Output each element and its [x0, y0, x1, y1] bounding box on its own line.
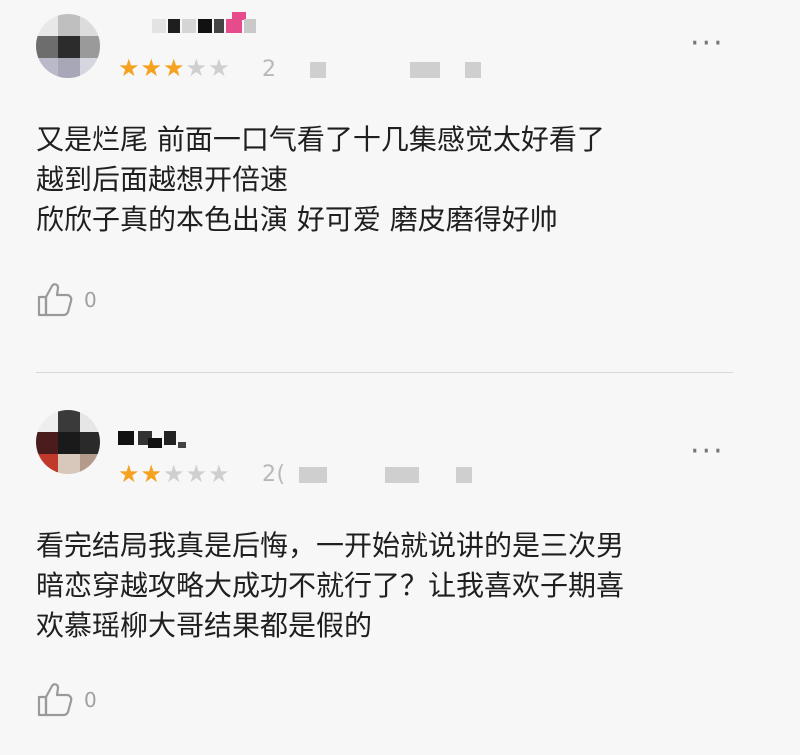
more-options-icon[interactable]: ··· [690, 437, 725, 467]
more-options-icon[interactable]: ··· [690, 29, 725, 59]
like-count: 0 [84, 288, 97, 312]
review-text: 又是烂尾 前面一口气看了十几集感觉太好看了 越到后面越想开倍速 欣欣子真的本色出… [36, 120, 756, 240]
divider [36, 372, 733, 373]
like-count: 0 [84, 688, 97, 712]
thumbs-up-icon [37, 283, 73, 317]
star-filled-icon: ★ [163, 54, 185, 82]
rating-stars: ★ ★ ★ ★ ★ [118, 462, 230, 486]
user-avatar[interactable] [36, 14, 100, 78]
user-avatar[interactable] [36, 410, 100, 474]
like-button[interactable]: 0 [36, 282, 97, 318]
star-empty-icon: ★ [208, 54, 230, 82]
star-filled-icon: ★ [118, 460, 140, 488]
review-text-line: 暗恋穿越攻略大成功不就行了？让我喜欢子期喜 [36, 569, 625, 602]
star-filled-icon: ★ [140, 460, 163, 488]
review-card: ★ ★ ★ ★ ★ 2 ··· 又是烂尾 前面一口气看了十几集感觉太好看了 越到… [0, 0, 800, 373]
review-date: 2 [262, 57, 481, 82]
rating-stars: ★ ★ ★ ★ ★ [118, 56, 230, 80]
star-empty-icon: ★ [185, 54, 208, 82]
review-text-line: 欢慕瑶柳大哥结果都是假的 [36, 609, 373, 642]
username-redacted[interactable] [118, 428, 188, 448]
review-text-line: 欣欣子真的本色出演 好可爱 磨皮磨得好帅 [36, 203, 558, 236]
star-filled-icon: ★ [140, 54, 163, 82]
review-text-line: 越到后面越想开倍速 [36, 163, 289, 196]
like-button[interactable]: 0 [36, 682, 97, 718]
review-date: 2( [262, 462, 473, 487]
star-empty-icon: ★ [163, 460, 185, 488]
star-filled-icon: ★ [118, 54, 140, 82]
review-text-line: 看完结局我真是后悔，一开始就说讲的是三次男 [36, 529, 625, 562]
thumbs-up-icon [37, 683, 73, 717]
review-card: ★ ★ ★ ★ ★ 2( ··· 看完结局我真是后悔，一开始就说讲的是三次男 暗… [0, 376, 800, 755]
star-empty-icon: ★ [185, 460, 208, 488]
star-empty-icon: ★ [208, 460, 230, 488]
username-redacted[interactable] [152, 12, 282, 36]
review-text: 看完结局我真是后悔，一开始就说讲的是三次男 暗恋穿越攻略大成功不就行了？让我喜欢… [36, 526, 756, 646]
review-text-line: 又是烂尾 前面一口气看了十几集感觉太好看了 [36, 123, 605, 156]
